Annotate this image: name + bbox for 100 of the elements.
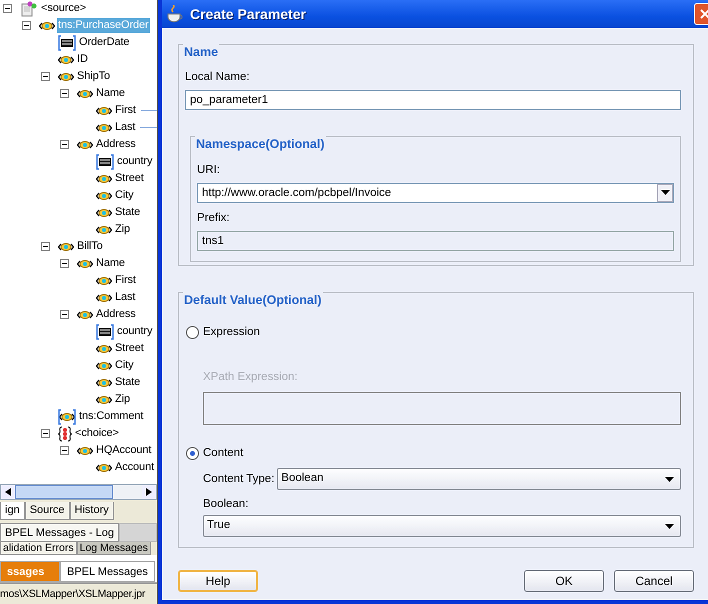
element-icon — [96, 342, 112, 354]
tree-item[interactable]: City — [114, 358, 135, 373]
dialog-button[interactable]: Cancel — [614, 570, 694, 592]
element-icon — [77, 444, 93, 456]
element-icon — [96, 206, 112, 218]
collapse-icon[interactable] — [41, 72, 50, 81]
field-label: Content Type: — [203, 472, 274, 486]
field-label: Prefix: — [197, 210, 230, 224]
scroll-left-icon — [5, 488, 11, 496]
element-icon — [58, 408, 76, 424]
tree-item[interactable]: State — [114, 205, 142, 220]
element-icon — [58, 70, 74, 82]
element-icon — [77, 138, 93, 150]
tree-item[interactable]: State — [114, 375, 142, 390]
group-title: Default Value(Optional) — [183, 292, 323, 308]
tree-item[interactable]: <source> — [40, 1, 88, 16]
log-tab[interactable]: alidation Errors — [0, 542, 77, 555]
element-icon — [96, 104, 112, 116]
tree-item[interactable]: Name — [95, 256, 126, 271]
tree-item[interactable]: Account — [114, 460, 156, 475]
value-select[interactable]: True — [203, 515, 681, 537]
dropdown-icon — [660, 190, 670, 195]
local-name-field[interactable]: po_parameter1 — [185, 90, 681, 110]
collapse-icon[interactable] — [60, 446, 69, 455]
element-icon — [96, 274, 112, 286]
scroll-right-icon — [146, 488, 152, 496]
tree-item[interactable]: Zip — [114, 222, 131, 237]
tree-item[interactable]: ID — [76, 52, 89, 67]
element-icon — [96, 122, 112, 134]
editor-tab[interactable]: History — [70, 502, 114, 520]
tree-item[interactable]: ShipTo — [76, 69, 112, 84]
element-icon — [58, 240, 74, 252]
dialog-button[interactable]: Help — [178, 570, 258, 592]
editor-tab[interactable]: Source — [24, 502, 70, 520]
element-icon — [39, 20, 55, 32]
element-icon — [77, 308, 93, 320]
field-label: Local Name: — [185, 70, 250, 84]
scrollbar-thumb[interactable] — [15, 485, 113, 499]
collapse-icon[interactable] — [41, 242, 50, 251]
tree-item[interactable]: <choice> — [74, 426, 120, 441]
tree-item[interactable]: City — [114, 188, 135, 203]
field-label: URI: — [197, 162, 220, 176]
tree-item[interactable]: Last — [114, 290, 136, 305]
element-icon — [77, 258, 93, 270]
status-text: mos\XSLMapper\XSLMapper.jpr — [0, 583, 157, 604]
collapse-icon[interactable] — [60, 259, 69, 268]
log-tab[interactable]: Log Messages — [76, 542, 151, 555]
dropdown-icon — [665, 476, 674, 482]
element-icon — [77, 88, 93, 100]
element-icon — [96, 394, 112, 406]
attribute-icon — [96, 154, 114, 170]
tree-item[interactable]: country — [116, 154, 154, 169]
panel-tab[interactable]: BPEL Messages - Log — [0, 523, 120, 542]
horizontal-scrollbar[interactable] — [0, 484, 157, 500]
document-icon — [20, 0, 38, 16]
collapse-icon[interactable] — [60, 140, 69, 149]
radio-option[interactable]: Content — [186, 444, 244, 462]
xpath-field[interactable] — [203, 392, 681, 425]
message-tab[interactable]: BPEL Messages — [60, 561, 155, 582]
collapse-icon[interactable] — [3, 4, 12, 13]
tree-item[interactable]: Zip — [114, 392, 131, 407]
tree-item[interactable]: Name — [95, 86, 126, 101]
tree-item[interactable]: Street — [114, 171, 145, 186]
collapse-icon[interactable] — [60, 310, 69, 319]
element-icon — [96, 292, 112, 304]
tree-item[interactable]: First — [114, 103, 137, 118]
tree-item[interactable]: Address — [95, 307, 137, 322]
attribute-icon — [96, 324, 114, 340]
element-icon — [96, 190, 112, 202]
cup-icon — [166, 5, 184, 23]
tree-item[interactable]: Street — [114, 341, 145, 356]
element-icon — [96, 224, 112, 236]
dropdown-icon — [665, 524, 674, 528]
field-label: XPath Expression: — [203, 370, 298, 384]
tree-item[interactable]: country — [116, 324, 154, 339]
dialog-button[interactable]: OK — [524, 570, 604, 592]
element-icon — [96, 462, 112, 474]
content-type-select[interactable]: Boolean — [277, 468, 681, 490]
radio-option[interactable]: Expression — [186, 324, 260, 342]
group-title: Namespace(Optional) — [195, 136, 326, 152]
collapse-icon[interactable] — [41, 429, 50, 438]
attribute-icon — [58, 34, 76, 50]
tree-item[interactable]: Address — [95, 137, 137, 152]
field-label: Boolean: — [203, 497, 248, 511]
collapse-icon[interactable] — [60, 89, 69, 98]
collapse-icon[interactable] — [22, 21, 31, 30]
choice-icon — [58, 426, 72, 442]
tree-item[interactable]: OrderDate — [78, 35, 130, 50]
element-icon — [58, 54, 74, 66]
editor-tab[interactable]: ign — [0, 502, 25, 520]
uri-combo[interactable]: http://www.oracle.com/pcbpel/Invoice — [197, 182, 674, 202]
tree-item[interactable]: BillTo — [76, 239, 104, 254]
element-icon — [96, 376, 112, 388]
element-icon — [96, 172, 112, 184]
dialog-title: Create Parameter — [190, 4, 307, 24]
tree-item[interactable]: HQAccount — [95, 443, 152, 458]
close-icon — [700, 9, 708, 19]
tree-item[interactable]: tns:Comment — [78, 409, 144, 424]
tree-item[interactable]: Last — [114, 120, 136, 135]
tree-item[interactable]: First — [114, 273, 137, 288]
